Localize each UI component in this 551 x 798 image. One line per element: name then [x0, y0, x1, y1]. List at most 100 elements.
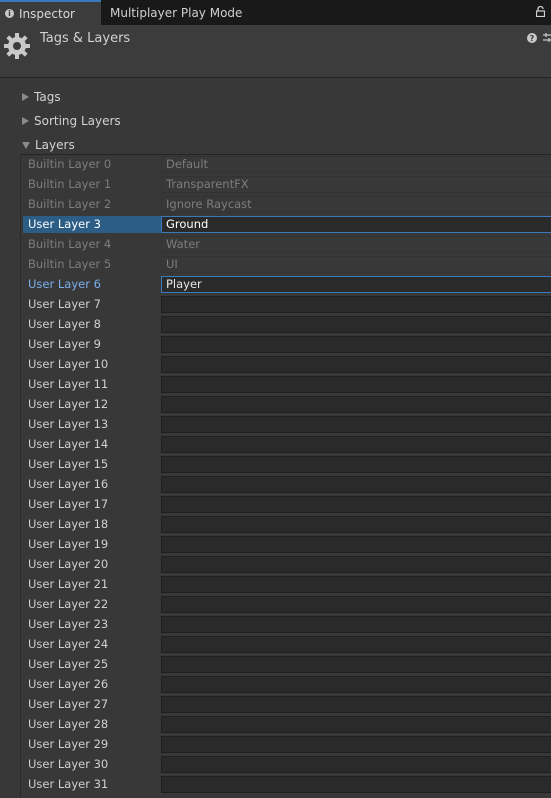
layer-row[interactable]: Builtin Layer 5 UI [21, 255, 551, 275]
layer-name-field[interactable] [161, 436, 551, 453]
layer-row[interactable]: User Layer 24 [21, 635, 551, 655]
layer-row[interactable]: Builtin Layer 1 TransparentFX [21, 175, 551, 195]
layer-row[interactable]: User Layer 11 [21, 375, 551, 395]
layer-label: User Layer 15 [28, 457, 109, 471]
layer-row[interactable]: User Layer 16 [21, 475, 551, 495]
layer-row[interactable]: User Layer 27 [21, 695, 551, 715]
layer-name-field: UI [161, 256, 551, 273]
tab-inspector-label: Inspector [19, 6, 75, 21]
layer-label: Builtin Layer 0 [28, 157, 112, 171]
layer-row[interactable]: User Layer 30 [21, 755, 551, 775]
layer-name-field[interactable] [161, 576, 551, 593]
layer-row[interactable]: User Layer 7 [21, 295, 551, 315]
gear-icon [2, 31, 32, 64]
collapse-arrow-icon [22, 142, 30, 149]
layer-name-field[interactable] [161, 656, 551, 673]
layer-row[interactable]: User Layer 19 [21, 535, 551, 555]
layer-name-field: Ignore Raycast [161, 196, 551, 213]
presets-icon[interactable] [543, 32, 551, 47]
layer-label: User Layer 6 [28, 277, 101, 291]
layer-name-field[interactable] [161, 536, 551, 553]
foldout-tags-label: Tags [34, 90, 61, 104]
layer-row[interactable]: User Layer 3 Ground [21, 215, 551, 235]
layer-row[interactable]: User Layer 12 [21, 395, 551, 415]
layer-name-field[interactable] [161, 616, 551, 633]
foldout-sorting-layers[interactable]: Sorting Layers [22, 112, 121, 130]
layer-label: User Layer 7 [28, 297, 101, 311]
layer-row[interactable]: Builtin Layer 4 Water [21, 235, 551, 255]
layer-name-field[interactable] [161, 596, 551, 613]
layer-name-field[interactable] [161, 456, 551, 473]
tab-inspector[interactable]: i Inspector [0, 0, 101, 25]
layer-row[interactable]: User Layer 21 [21, 575, 551, 595]
layer-row[interactable]: User Layer 18 [21, 515, 551, 535]
layer-name-field[interactable] [161, 556, 551, 573]
layer-label: User Layer 20 [28, 557, 109, 571]
layer-row[interactable]: User Layer 28 [21, 715, 551, 735]
tab-multiplayer-play-mode[interactable]: Multiplayer Play Mode [110, 0, 242, 25]
layer-label: User Layer 9 [28, 337, 101, 351]
layer-name-field[interactable] [161, 676, 551, 693]
layer-row[interactable]: User Layer 9 [21, 335, 551, 355]
layer-label: User Layer 22 [28, 597, 109, 611]
layer-label: User Layer 19 [28, 537, 109, 551]
layer-row[interactable]: Builtin Layer 0 Default [21, 155, 551, 175]
tab-bar: i Inspector Multiplayer Play Mode [0, 0, 551, 25]
layer-row[interactable]: User Layer 23 [21, 615, 551, 635]
layer-label: User Layer 14 [28, 437, 109, 451]
layer-row[interactable]: Builtin Layer 2 Ignore Raycast [21, 195, 551, 215]
layer-label: User Layer 3 [23, 216, 166, 233]
foldout-layers[interactable]: Layers [22, 136, 75, 154]
layer-name-field[interactable]: Player [161, 276, 551, 293]
layer-name-field[interactable] [161, 716, 551, 733]
layer-label: Builtin Layer 4 [28, 237, 112, 251]
layer-row[interactable]: User Layer 8 [21, 315, 551, 335]
layer-label: User Layer 18 [28, 517, 109, 531]
layer-name-field[interactable] [161, 336, 551, 353]
layer-name-field[interactable] [161, 696, 551, 713]
layer-row[interactable]: User Layer 10 [21, 355, 551, 375]
layer-row[interactable]: User Layer 22 [21, 595, 551, 615]
layer-label: User Layer 21 [28, 577, 109, 591]
layer-name-field[interactable] [161, 356, 551, 373]
layer-label: Builtin Layer 5 [28, 257, 112, 271]
lock-icon[interactable] [535, 5, 546, 20]
layer-name-field[interactable] [161, 516, 551, 533]
foldout-layers-label: Layers [35, 138, 75, 152]
layer-row[interactable]: User Layer 26 [21, 675, 551, 695]
layer-row[interactable]: User Layer 6 Player [21, 275, 551, 295]
layer-row[interactable]: User Layer 25 [21, 655, 551, 675]
layer-label: Builtin Layer 2 [28, 197, 112, 211]
layer-row[interactable]: User Layer 17 [21, 495, 551, 515]
layer-name-field[interactable] [161, 496, 551, 513]
layer-name-field[interactable]: Ground [161, 216, 551, 233]
layer-name-field[interactable] [161, 316, 551, 333]
info-icon: i [5, 9, 14, 18]
layer-label: User Layer 8 [28, 317, 101, 331]
layer-row[interactable]: User Layer 20 [21, 555, 551, 575]
layer-row[interactable]: User Layer 15 [21, 455, 551, 475]
layer-name-field[interactable] [161, 416, 551, 433]
help-icon[interactable]: ? [527, 33, 537, 43]
layer-row[interactable]: User Layer 13 [21, 415, 551, 435]
layer-name-field[interactable] [161, 756, 551, 773]
layer-name-field[interactable] [161, 736, 551, 753]
layer-name-field[interactable] [161, 296, 551, 313]
layer-label: User Layer 10 [28, 357, 109, 371]
layer-label: User Layer 16 [28, 477, 109, 491]
layer-name-field: Water [161, 236, 551, 253]
layer-name-field[interactable] [161, 476, 551, 493]
tab-multiplayer-label: Multiplayer Play Mode [110, 5, 243, 20]
layer-label: User Layer 17 [28, 497, 109, 511]
layer-label: User Layer 11 [28, 377, 109, 391]
layer-label: User Layer 25 [28, 657, 109, 671]
layer-label: User Layer 27 [28, 697, 109, 711]
layer-row[interactable]: User Layer 14 [21, 435, 551, 455]
layer-name-field[interactable] [161, 636, 551, 653]
layer-name-field[interactable] [161, 776, 551, 793]
layer-name-field[interactable] [161, 376, 551, 393]
layer-name-field[interactable] [161, 396, 551, 413]
foldout-tags[interactable]: Tags [22, 88, 61, 106]
layer-row[interactable]: User Layer 31 [21, 775, 551, 795]
layer-row[interactable]: User Layer 29 [21, 735, 551, 755]
